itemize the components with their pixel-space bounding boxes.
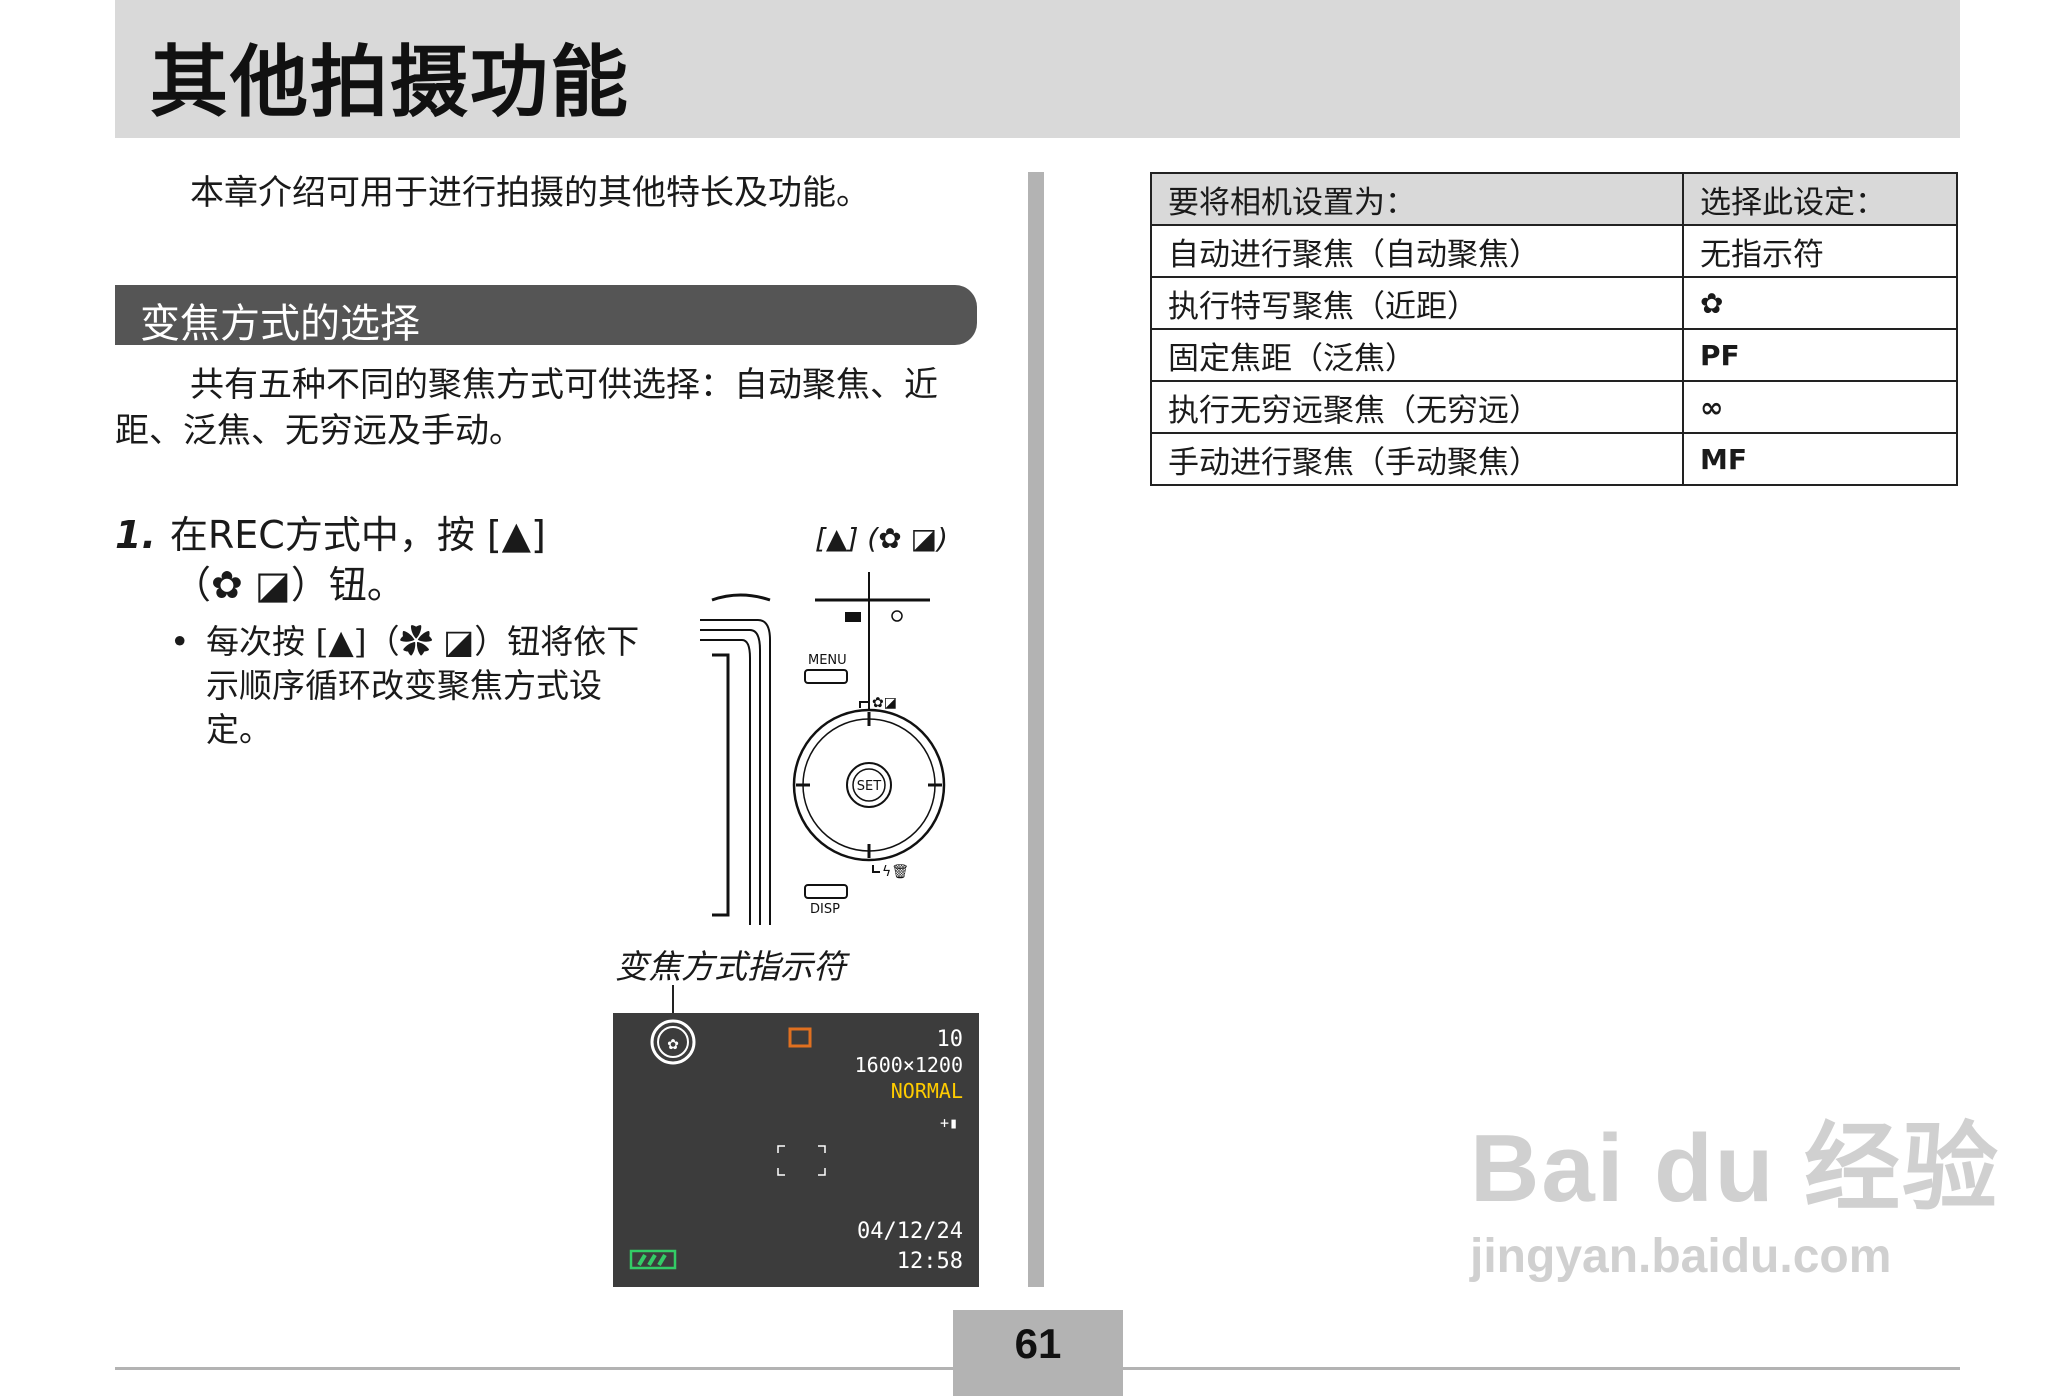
section-title: 变焦方式的选择 bbox=[140, 301, 420, 347]
table-row: 手动进行聚焦（手动聚焦） MF bbox=[1150, 432, 1958, 486]
focus-frame bbox=[777, 1145, 826, 1176]
menu-button bbox=[804, 669, 848, 684]
step-number: 1. bbox=[115, 513, 156, 557]
macro-icon: ✿ bbox=[1682, 276, 1958, 330]
camera-button-label: [▲] (✿ ◪) bbox=[815, 522, 948, 555]
table-cell: PF bbox=[1682, 328, 1958, 382]
macro-indicator-icon: ✿ bbox=[668, 1033, 679, 1054]
table-cell: 执行特写聚焦（近距） bbox=[1150, 276, 1684, 330]
disp-label: DISP bbox=[810, 902, 840, 917]
snapshot-mode-icon bbox=[788, 1027, 812, 1048]
table-cell: 手动进行聚焦（手动聚焦） bbox=[1150, 432, 1684, 486]
intro-text: 本章介绍可用于进行拍摄的其他特长及功能。 bbox=[190, 173, 870, 213]
infinity-icon: ∞ bbox=[1682, 380, 1958, 434]
focus-mode-table: 要将相机设置为： 选择此设定： 自动进行聚焦（自动聚焦） 无指示符 执行特写聚焦… bbox=[1150, 172, 1958, 486]
table-row: 执行无穷远聚焦（无穷远） ∞ bbox=[1150, 380, 1958, 434]
lcd-quality: NORMAL bbox=[890, 1079, 963, 1103]
bullet-text: 每次按 [▲]（✿ ◪）钮将依下示顺序循环改变聚焦方式设定。 bbox=[206, 622, 640, 749]
macro-icon: ✿◪ bbox=[872, 695, 897, 711]
table-cell: 无指示符 bbox=[1682, 224, 1958, 278]
title-bar: 其他拍摄功能 bbox=[115, 0, 1960, 138]
table-cell: MF bbox=[1682, 432, 1958, 486]
step-line-1: 在REC方式中，按 [▲] bbox=[169, 513, 546, 557]
camera-back-illustration: MENU ✿◪ SET ϟ🗑 DISP bbox=[700, 572, 946, 925]
table-header-cell: 选择此设定： bbox=[1682, 172, 1958, 226]
page-number: 61 bbox=[1014, 1320, 1062, 1367]
step-1: 1. 在REC方式中，按 [▲] （✿ ◪）钮。 bbox=[115, 510, 546, 610]
watermark-brand: Bai du 经验 bbox=[1470, 1115, 2001, 1222]
flash-delete-icon: ϟ🗑 bbox=[882, 864, 909, 880]
focus-mode-paragraph: 共有五种不同的聚焦方式可供选择：自动聚焦、近距、泛焦、无穷远及手动。 bbox=[115, 365, 938, 451]
page-title: 其他拍摄功能 bbox=[150, 38, 631, 128]
lcd-screen: ✿ +▮ 10 1600×1200 NORMAL 04/12/24 12:58 bbox=[613, 1013, 979, 1287]
baidu-watermark: Bai du 经验 jingyan.baidu.com bbox=[1470, 1090, 2000, 1284]
page-number-box: 61 bbox=[953, 1310, 1123, 1396]
step-bullet: • 每次按 [▲]（✿ ◪）钮将依下示顺序循环改变聚焦方式设定。 bbox=[170, 620, 650, 752]
table-cell: 固定焦距（泛焦） bbox=[1150, 328, 1684, 382]
watermark-url: jingyan.baidu.com bbox=[1470, 1230, 1892, 1283]
stabilizer-icon: +▮ bbox=[940, 1114, 958, 1132]
disp-button bbox=[804, 884, 848, 899]
bullet-dot: • bbox=[170, 622, 190, 661]
zoom-icon bbox=[891, 610, 903, 622]
section-header: 变焦方式的选择 bbox=[115, 285, 977, 347]
table-row: 固定焦距（泛焦） PF bbox=[1150, 328, 1958, 382]
menu-label: MENU bbox=[808, 653, 847, 668]
step-line-2: （✿ ◪）钮。 bbox=[173, 563, 405, 607]
set-label: SET bbox=[857, 779, 881, 794]
lcd-time: 12:58 bbox=[896, 1249, 963, 1274]
table-row: 自动进行聚焦（自动聚焦） 无指示符 bbox=[1150, 224, 1958, 278]
column-divider bbox=[1028, 172, 1044, 1287]
lcd-date: 04/12/24 bbox=[857, 1219, 963, 1244]
lcd-shot-count: 10 bbox=[936, 1027, 964, 1052]
focus-indicator-label: 变焦方式指示符 bbox=[615, 947, 846, 986]
table-cell: 执行无穷远聚焦（无穷远） bbox=[1150, 380, 1684, 434]
lcd-image-size: 1600×1200 bbox=[854, 1053, 963, 1077]
table-header-cell: 要将相机设置为： bbox=[1150, 172, 1684, 226]
grid-icon bbox=[845, 612, 861, 622]
table-row: 执行特写聚焦（近距） ✿ bbox=[1150, 276, 1958, 330]
table-header-row: 要将相机设置为： 选择此设定： bbox=[1150, 172, 1958, 226]
table-cell: 自动进行聚焦（自动聚焦） bbox=[1150, 224, 1684, 278]
